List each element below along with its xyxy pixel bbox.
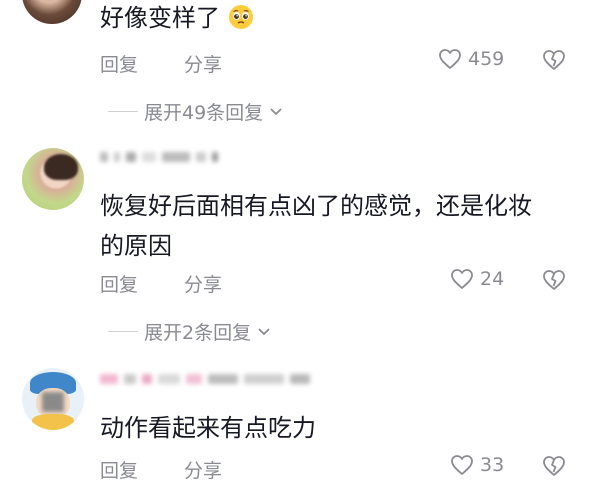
reply-button[interactable]: 回复 (100, 456, 138, 483)
like-button[interactable]: 24 (450, 268, 504, 290)
like-button[interactable]: 459 (438, 48, 504, 70)
like-count: 33 (480, 454, 505, 476)
reply-button[interactable]: 回复 (100, 50, 138, 77)
comment-body: 好像变样了 (100, 4, 220, 32)
avatar[interactable] (22, 0, 82, 24)
heart-icon (451, 455, 473, 475)
pleading-face-emoji-icon (228, 5, 253, 29)
reply-button[interactable]: 回复 (100, 270, 138, 297)
like-count: 24 (480, 268, 505, 290)
heart-icon (439, 49, 461, 69)
comment-text: 动作看起来有点吃力 (100, 408, 316, 448)
dislike-button[interactable] (541, 269, 567, 295)
divider (108, 331, 138, 332)
comment-body-line: 的原因 (100, 232, 172, 260)
dislike-button[interactable] (541, 455, 567, 481)
chevron-down-icon (258, 327, 270, 335)
heart-icon (451, 269, 473, 289)
expand-replies-button[interactable]: 展开49条回复 (108, 98, 283, 125)
avatar[interactable] (22, 368, 84, 430)
broken-heart-icon (543, 270, 565, 290)
broken-heart-icon (543, 50, 565, 70)
expand-replies-label: 展开2条回复 (144, 322, 252, 344)
username-blurred[interactable] (100, 152, 218, 162)
comment-body-line: 恢复好后面相有点凶了的感觉，还是化妆 (100, 192, 532, 220)
dislike-button[interactable] (541, 49, 567, 75)
comment-body: 动作看起来有点吃力 (100, 414, 316, 442)
comment-text: 恢复好后面相有点凶了的感觉，还是化妆 的原因 (100, 186, 532, 266)
username-blurred[interactable] (100, 374, 310, 384)
avatar[interactable] (22, 148, 84, 210)
expand-replies-label: 展开49条回复 (144, 102, 264, 124)
like-button[interactable]: 33 (450, 454, 504, 476)
comment-text: 好像变样了 (100, 0, 254, 38)
like-count: 459 (468, 48, 505, 70)
expand-replies-button[interactable]: 展开2条回复 (108, 318, 271, 345)
share-button[interactable]: 分享 (184, 50, 222, 77)
broken-heart-icon (543, 456, 565, 476)
divider (108, 111, 138, 112)
share-button[interactable]: 分享 (184, 456, 222, 483)
chevron-down-icon (270, 107, 282, 115)
share-button[interactable]: 分享 (184, 270, 222, 297)
